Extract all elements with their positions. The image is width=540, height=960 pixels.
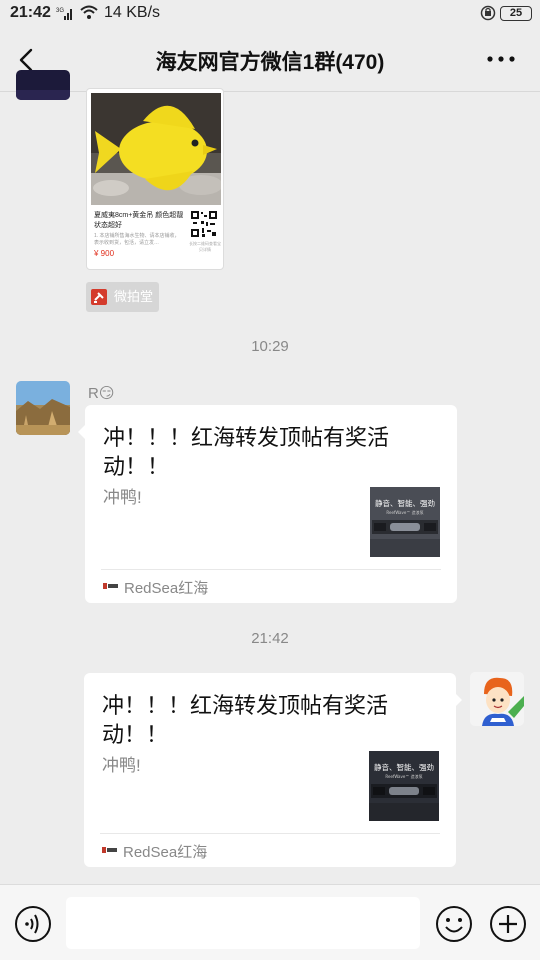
sender-avatar-partial[interactable] — [16, 70, 70, 100]
thumbnail-headline: 静音、智能、强劲 — [375, 498, 435, 508]
network-speed: 14 KB/s — [104, 4, 161, 21]
chat-title: 海友网官方微信1群(470) — [155, 51, 385, 74]
product-title: 夏威夷8cm+黄金吊 颜色超靓状态超好 — [94, 212, 184, 229]
wifi-icon — [80, 5, 98, 19]
mini-program-source[interactable]: 微拍堂 — [86, 282, 160, 312]
link-card-title: 冲！！！红海转发顶帖有奖活动！！ — [102, 693, 389, 747]
thumbnail-subtext: ReefWave™ 造浪泵 — [386, 509, 423, 515]
thumbnail-headline: 静音、智能、强劲 — [374, 762, 434, 772]
sender-name: R😏 — [88, 385, 115, 402]
product-image — [91, 93, 221, 205]
link-card-thumbnail: 静音、智能、强劲 ReefWave™ 造浪泵 — [369, 751, 439, 821]
redsea-logo-icon — [102, 847, 117, 853]
bubble-tail — [455, 693, 462, 707]
more-functions-plus-icon[interactable] — [489, 905, 527, 943]
qr-caption: 长按二维码查看宝贝详情 — [189, 241, 221, 252]
voice-input-icon[interactable] — [14, 905, 52, 943]
product-description: 1. 本店铺所售海水生物、请本店铺收，表示收到货，包活，请立发… — [94, 233, 180, 246]
link-card-thumbnail: 静音、智能、强劲 ReefWave™ 造浪泵 — [370, 487, 440, 557]
thumbnail-subtext: ReefWave™ 造浪泵 — [385, 773, 422, 779]
incoming-link-card[interactable]: 冲！！！红海转发顶帖有奖活动！！ 冲鸭! 静音、智能、强劲 ReefWave™ … — [85, 405, 457, 603]
svg-text:3G: 3G — [56, 8, 64, 14]
battery-indicator: 25 — [500, 6, 532, 21]
qr-code-icon — [190, 210, 218, 238]
weipaitang-logo-icon — [91, 289, 107, 305]
chat-header: 海友网官方微信1群(470) — [0, 28, 540, 92]
more-options-icon[interactable] — [486, 54, 516, 64]
chat-timestamp: 10:29 — [251, 338, 289, 355]
alarm-icon — [480, 5, 496, 21]
redsea-logo-icon — [103, 583, 118, 589]
mini-program-label: 微拍堂 — [114, 289, 154, 304]
link-card-description: 冲鸭! — [103, 488, 142, 507]
card-divider — [100, 833, 440, 834]
product-card[interactable]: 夏威夷8cm+黄金吊 颜色超靓状态超好 1. 本店铺所售海水生物、请本店铺收，表… — [86, 88, 224, 270]
emoji-icon[interactable] — [435, 905, 473, 943]
chat-timestamp: 21:42 — [251, 630, 289, 647]
link-card-source: RedSea红海 — [124, 580, 209, 597]
cell-signal-icon: 3G — [56, 8, 72, 20]
outgoing-link-card[interactable]: 冲！！！红海转发顶帖有奖活动！！ 冲鸭! 静音、智能、强劲 ReefWave™ … — [84, 673, 456, 867]
message-input-bar — [0, 884, 540, 960]
message-input[interactable] — [66, 897, 420, 949]
product-price: ¥ 900 — [94, 249, 115, 258]
card-divider — [101, 569, 441, 570]
bubble-tail — [78, 425, 85, 439]
status-time: 21:42 — [10, 4, 51, 21]
status-bar: 21:42 3G 14 KB/s 25 — [0, 0, 540, 28]
link-card-description: 冲鸭! — [102, 756, 141, 775]
sender-avatar[interactable] — [16, 381, 70, 435]
link-card-title: 冲！！！红海转发顶帖有奖活动！！ — [103, 425, 390, 479]
my-avatar[interactable] — [470, 672, 524, 726]
link-card-source: RedSea红海 — [123, 844, 208, 861]
